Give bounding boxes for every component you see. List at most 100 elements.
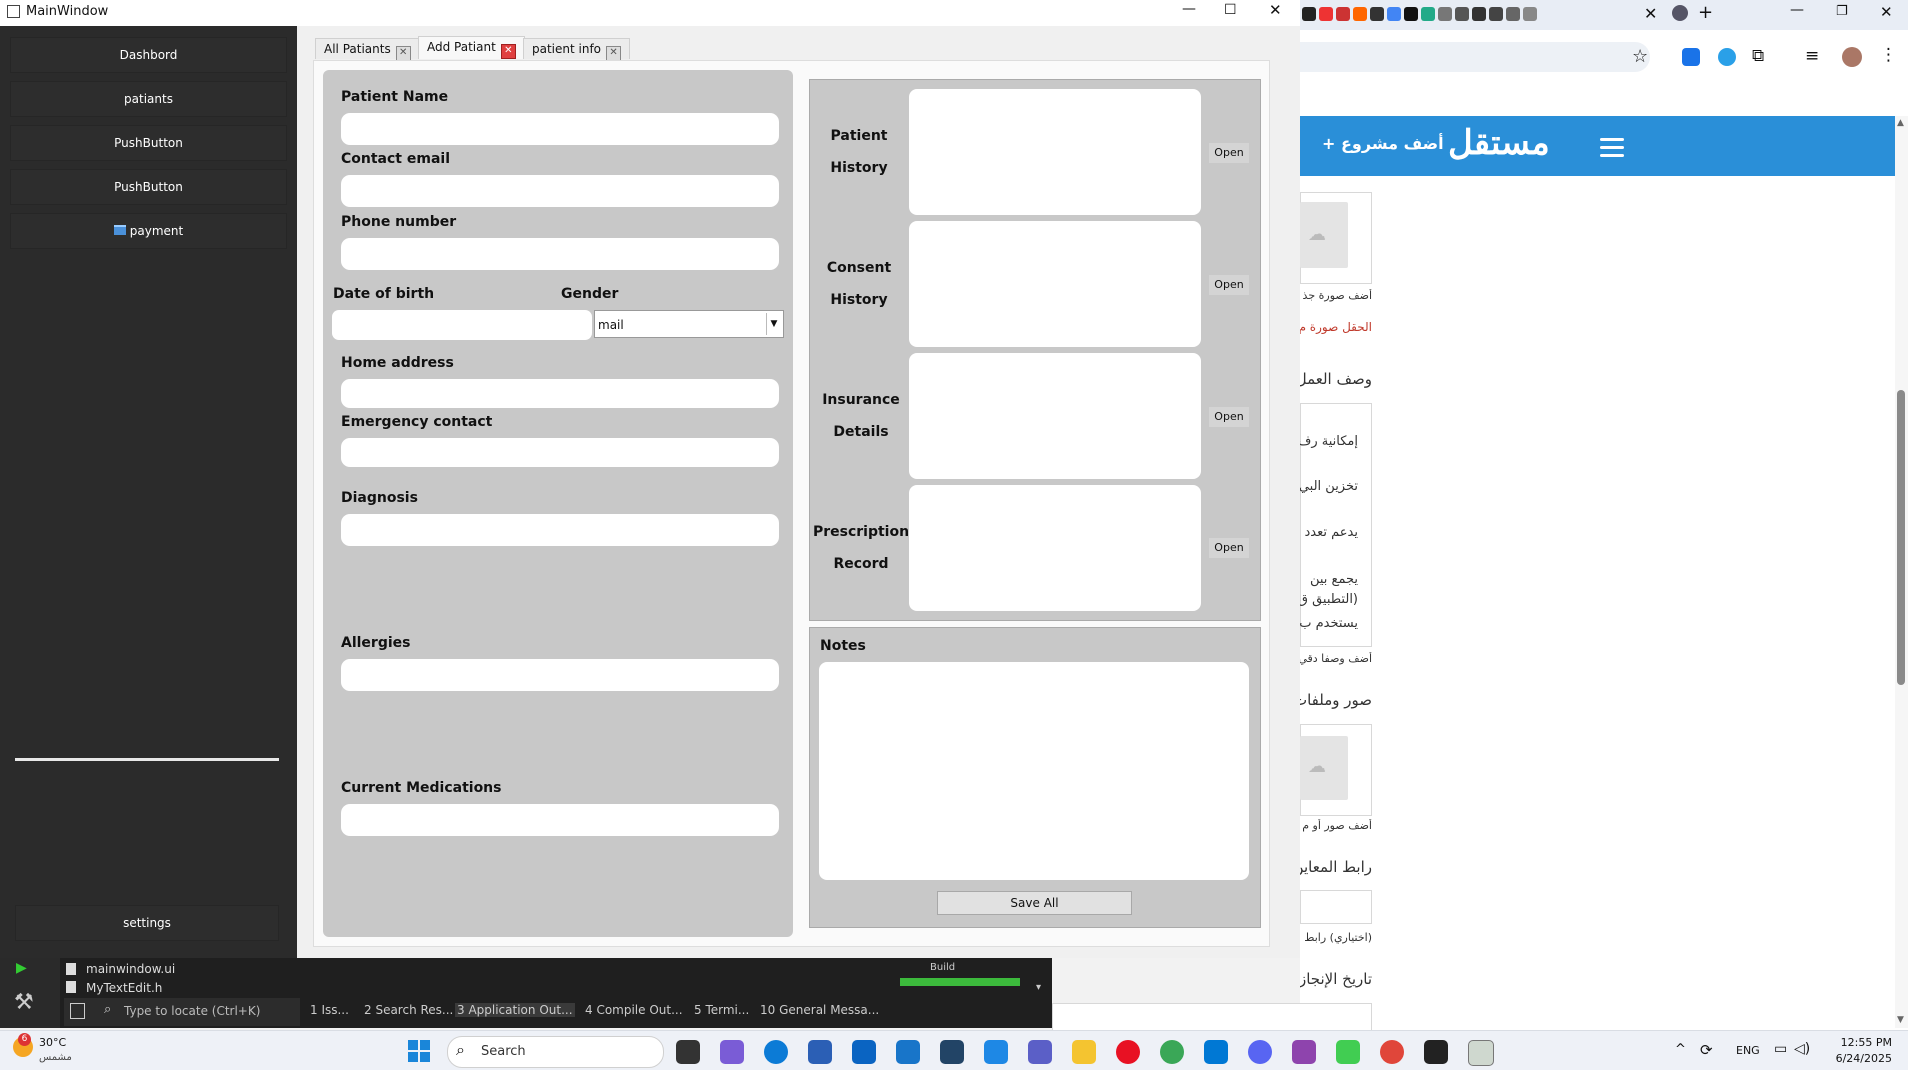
vscode-icon[interactable] bbox=[1204, 1040, 1228, 1064]
tray-chevron-icon[interactable]: ^ bbox=[1675, 1042, 1686, 1057]
locator-input[interactable]: Type to locate (Ctrl+K) bbox=[124, 1004, 260, 1018]
sidebar-toggle-icon[interactable] bbox=[70, 1003, 85, 1019]
puzzle-icon[interactable]: ⧉ bbox=[1752, 46, 1764, 66]
gender-select[interactable]: mail ▼ bbox=[594, 310, 784, 338]
bookmark-star-icon[interactable]: ☆ bbox=[1632, 46, 1648, 67]
browser-close-icon[interactable]: ✕ bbox=[1880, 3, 1893, 21]
avatar[interactable] bbox=[1842, 47, 1862, 67]
clock-time[interactable]: 12:55 PM bbox=[1834, 1036, 1892, 1049]
emergency-contact-input[interactable] bbox=[341, 438, 779, 467]
language-indicator[interactable]: ENG bbox=[1736, 1044, 1760, 1057]
save-all-button[interactable]: Save All bbox=[937, 891, 1132, 915]
file-item[interactable]: mainwindow.ui bbox=[86, 962, 175, 976]
folder-icon[interactable] bbox=[1072, 1040, 1096, 1064]
discord-icon[interactable] bbox=[1248, 1040, 1272, 1064]
open-prescription-record-button[interactable]: Open bbox=[1209, 538, 1249, 558]
tab-add-patient[interactable]: Add Patiant ✕ bbox=[418, 36, 525, 59]
edge-icon[interactable] bbox=[764, 1040, 788, 1064]
sync-icon[interactable]: ⟳ bbox=[1700, 1041, 1713, 1059]
browser-restore-icon[interactable]: ❐ bbox=[1836, 4, 1848, 19]
sidebar-item-pushbutton[interactable]: PushButton bbox=[10, 169, 287, 205]
home-address-input[interactable] bbox=[341, 379, 779, 408]
open-consent-history-button[interactable]: Open bbox=[1209, 275, 1249, 295]
phone-number-input[interactable] bbox=[341, 238, 779, 270]
notes-textarea[interactable] bbox=[819, 662, 1249, 880]
current-medications-input[interactable] bbox=[341, 804, 779, 836]
sidebar-item-pushbutton[interactable]: PushButton bbox=[10, 125, 287, 161]
open-insurance-details-button[interactable]: Open bbox=[1209, 407, 1249, 427]
build-hammer-icon[interactable]: ⚒ bbox=[14, 990, 34, 1015]
sidebar-item-dashboard[interactable]: Dashbord bbox=[10, 37, 287, 73]
pc-icon[interactable] bbox=[896, 1040, 920, 1064]
extension-icon[interactable] bbox=[1718, 48, 1736, 66]
patient-history-box[interactable] bbox=[909, 89, 1201, 215]
chrome-profile-icon[interactable] bbox=[1380, 1040, 1404, 1064]
volume-icon[interactable]: ◁) bbox=[1794, 1041, 1810, 1057]
tab-patient-info[interactable]: patient info ✕ bbox=[523, 38, 631, 61]
app-window-icon[interactable] bbox=[1468, 1040, 1494, 1066]
date-of-birth-input[interactable] bbox=[332, 310, 592, 340]
close-tab-icon[interactable]: ✕ bbox=[1644, 4, 1657, 23]
visual-studio-icon[interactable] bbox=[1292, 1040, 1316, 1064]
active-tab-favicon[interactable] bbox=[1672, 5, 1688, 21]
close-tab-icon[interactable]: ✕ bbox=[500, 44, 516, 59]
store-icon[interactable] bbox=[808, 1040, 832, 1064]
allergies-input[interactable] bbox=[341, 659, 779, 691]
chevron-down-icon[interactable]: ▾ bbox=[1036, 982, 1041, 993]
completion-date-input[interactable] bbox=[1052, 1003, 1372, 1032]
add-project-link[interactable]: + أضف مشروع bbox=[1322, 134, 1444, 153]
chevron-down-icon[interactable]: ▼ bbox=[766, 313, 781, 335]
minimize-icon[interactable]: — bbox=[1182, 1, 1196, 17]
weather-temp[interactable]: 30°C bbox=[39, 1036, 66, 1049]
patient-name-input[interactable] bbox=[341, 113, 779, 145]
more-menu-icon[interactable]: ⋮ bbox=[1880, 45, 1897, 65]
site-logo[interactable]: مستقل bbox=[1448, 123, 1550, 163]
clock-date[interactable]: 6/24/2025 bbox=[1834, 1052, 1892, 1065]
settings-button[interactable]: settings bbox=[15, 905, 279, 941]
debug-run-icon[interactable]: ▶ bbox=[16, 960, 27, 976]
terminal-icon[interactable] bbox=[1424, 1040, 1448, 1064]
scroll-up-icon[interactable]: ▲ bbox=[1897, 118, 1904, 128]
opera-icon[interactable] bbox=[1116, 1040, 1140, 1064]
ide-pane-tab[interactable]: 5 Termi... bbox=[694, 1003, 749, 1017]
preview-url-input[interactable] bbox=[1300, 890, 1372, 924]
chrome-icon[interactable] bbox=[1160, 1040, 1184, 1064]
qt-creator-icon[interactable] bbox=[1336, 1040, 1360, 1064]
browser-tab-favicons[interactable] bbox=[1302, 7, 1540, 25]
maximize-icon[interactable]: ☐ bbox=[1224, 2, 1237, 18]
file-item[interactable]: MyTextEdit.h bbox=[86, 981, 162, 995]
prescription-record-box[interactable] bbox=[909, 485, 1201, 611]
taskbar-search[interactable] bbox=[447, 1036, 664, 1068]
insurance-details-box[interactable] bbox=[909, 353, 1201, 479]
close-icon[interactable]: ✕ bbox=[1269, 1, 1282, 19]
teams-icon[interactable] bbox=[1028, 1040, 1052, 1064]
start-windows-icon[interactable] bbox=[408, 1040, 430, 1062]
hamburger-menu-icon[interactable] bbox=[1600, 138, 1624, 162]
address-bar[interactable] bbox=[1300, 42, 1650, 72]
new-tab-icon[interactable]: + bbox=[1698, 2, 1713, 23]
contact-email-input[interactable] bbox=[341, 175, 779, 207]
network-icon[interactable]: ▭ bbox=[1774, 1041, 1787, 1057]
scrollbar-thumb[interactable] bbox=[1897, 390, 1905, 685]
media-icon[interactable]: ≡ bbox=[1805, 46, 1819, 66]
sidebar-item-patients[interactable]: patiants bbox=[10, 81, 287, 117]
outlook-icon[interactable] bbox=[852, 1040, 876, 1064]
open-patient-history-button[interactable]: Open bbox=[1209, 143, 1249, 163]
extension-icon[interactable] bbox=[1682, 48, 1700, 66]
tab-all-patients[interactable]: All Patiants ✕ bbox=[315, 38, 420, 61]
close-tab-icon[interactable]: ✕ bbox=[606, 46, 622, 61]
scroll-down-icon[interactable]: ▼ bbox=[1897, 1015, 1904, 1025]
ide-pane-tab[interactable]: 3 Application Out... bbox=[455, 1003, 575, 1017]
task-view-icon[interactable] bbox=[676, 1040, 700, 1064]
copilot-icon[interactable] bbox=[720, 1040, 744, 1064]
ide-pane-tab[interactable]: 10 General Messa... bbox=[760, 1003, 879, 1017]
ide-pane-tab[interactable]: 4 Compile Out... bbox=[585, 1003, 683, 1017]
ide-pane-tab[interactable]: 1 Iss... bbox=[310, 1003, 349, 1017]
photos-icon[interactable] bbox=[940, 1040, 964, 1064]
m365-icon[interactable] bbox=[984, 1040, 1008, 1064]
close-tab-icon[interactable]: ✕ bbox=[395, 46, 411, 61]
ide-pane-tab[interactable]: 2 Search Res... bbox=[364, 1003, 453, 1017]
sidebar-item-payment[interactable]: payment bbox=[10, 213, 287, 249]
browser-minimize-icon[interactable]: — bbox=[1790, 2, 1804, 18]
consent-history-box[interactable] bbox=[909, 221, 1201, 347]
